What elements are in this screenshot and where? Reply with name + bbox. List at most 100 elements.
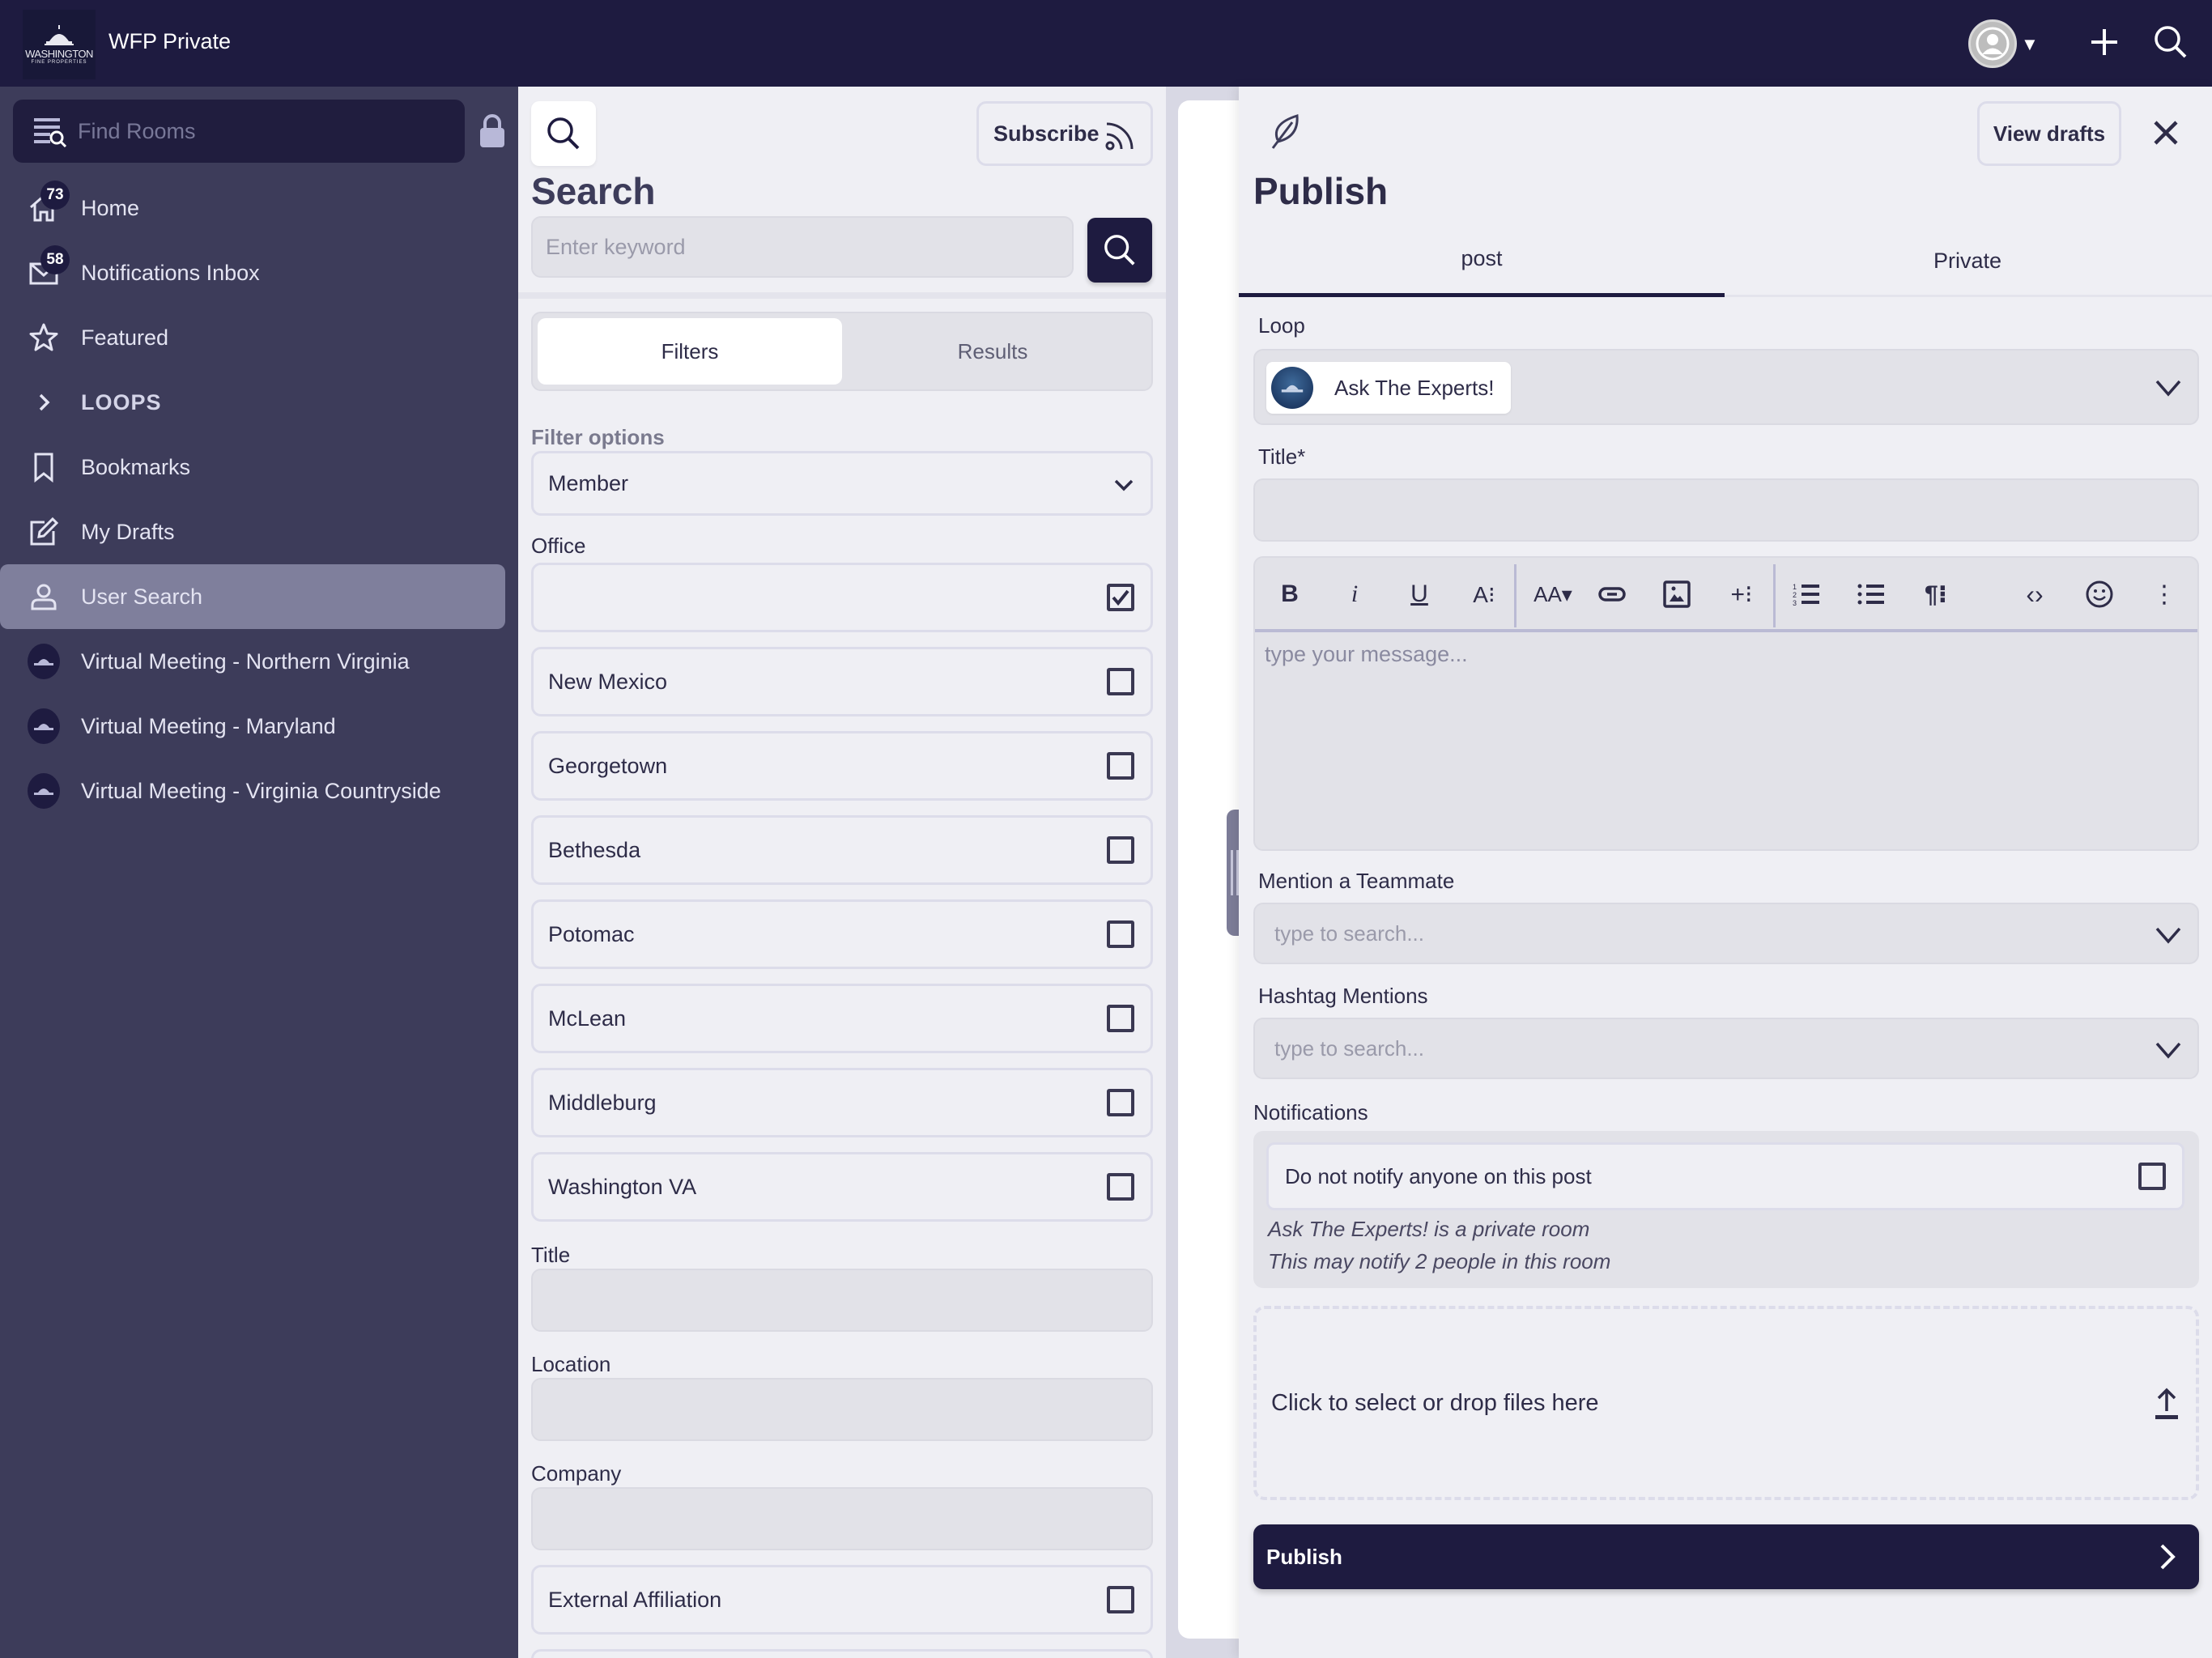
filters-results-tabs: Filters Results — [531, 312, 1153, 391]
sidebar-item-home[interactable]: 73 Home — [0, 176, 518, 240]
insert-button[interactable]: +⁝ — [1723, 576, 1760, 613]
hashtag-input[interactable] — [1274, 1035, 2084, 1061]
sidebar-item-room[interactable]: Virtual Meeting - Northern Virginia — [0, 629, 518, 694]
mention-select[interactable] — [1253, 903, 2199, 964]
bold-button[interactable]: B — [1271, 576, 1308, 613]
svg-text:3: 3 — [1793, 599, 1797, 607]
more-options-button[interactable]: ⋮ — [2146, 576, 2183, 613]
company-input[interactable] — [531, 1487, 1153, 1550]
office-option[interactable]: New Mexico — [531, 647, 1153, 716]
find-rooms-field[interactable] — [13, 100, 465, 163]
italic-button[interactable]: i — [1336, 576, 1373, 613]
image-button[interactable] — [1658, 576, 1695, 613]
mention-input[interactable] — [1274, 920, 2084, 946]
filter-options-label: Filter options — [531, 425, 665, 449]
code-button[interactable]: ‹› — [2016, 576, 2053, 613]
office-checkbox[interactable] — [1107, 1005, 1134, 1032]
search-icon — [1104, 235, 1135, 266]
notifications-box: Do not notify anyone on this post Ask Th… — [1253, 1131, 2199, 1288]
sidebar-item-bookmarks[interactable]: Bookmarks — [0, 435, 518, 500]
title-label: Title — [531, 1243, 571, 1267]
message-textarea[interactable] — [1265, 642, 2188, 836]
bullet-list-button[interactable] — [1853, 576, 1890, 613]
sidebar-item-room[interactable]: Virtual Meeting - Maryland — [0, 694, 518, 759]
tab-filters[interactable]: Filters — [538, 318, 842, 385]
do-not-notify-checkbox[interactable] — [2138, 1163, 2166, 1190]
text-style-button[interactable]: A⁝ — [1465, 576, 1503, 613]
office-option[interactable]: Bethesda — [531, 815, 1153, 885]
office-option[interactable]: Georgetown — [531, 731, 1153, 801]
loop-value: Ask The Experts! — [1334, 375, 1495, 400]
loop-chip[interactable]: Ask The Experts! — [1266, 362, 1511, 414]
paragraph-button[interactable]: ¶⁝ — [1917, 576, 1955, 613]
external-affiliation-row[interactable]: External Affiliation — [531, 1565, 1153, 1635]
search-panel-icon-button[interactable] — [531, 101, 596, 166]
keyword-input[interactable] — [531, 216, 1074, 278]
do-not-notify-row[interactable]: Do not notify anyone on this post — [1266, 1142, 2184, 1210]
search-icon[interactable] — [2151, 23, 2190, 62]
office-checkbox[interactable] — [1107, 752, 1134, 780]
ordered-list-button[interactable]: 123 — [1788, 576, 1825, 613]
notify-count-note: This may notify 2 people in this room — [1268, 1249, 1611, 1273]
title-input[interactable] — [531, 1269, 1153, 1332]
editor-toolbar: B i U A⁝ AA▾ +⁝ 123 ¶⁝ ‹› ⋮ — [1255, 558, 2197, 632]
filter-options-select[interactable]: Member — [531, 451, 1153, 516]
office-option[interactable]: McLean — [531, 984, 1153, 1053]
office-checkbox[interactable] — [1107, 836, 1134, 864]
loop-avatar — [1271, 367, 1313, 409]
plus-icon[interactable] — [2085, 23, 2124, 62]
user-avatar-button[interactable] — [1968, 19, 2017, 68]
office-option[interactable] — [531, 563, 1153, 632]
office-checkbox[interactable] — [1107, 584, 1134, 611]
sidebar-item-label: Virtual Meeting - Maryland — [81, 713, 336, 738]
link-button[interactable] — [1593, 576, 1631, 613]
subscribe-label: Subscribe — [993, 121, 1100, 146]
office-checkbox[interactable] — [1107, 1173, 1134, 1201]
view-drafts-button[interactable]: View drafts — [1977, 101, 2121, 166]
office-option[interactable]: Potomac — [531, 899, 1153, 969]
chevron-right-icon — [2160, 1544, 2176, 1570]
lock-icon[interactable] — [478, 113, 507, 148]
link-icon — [1598, 587, 1626, 602]
close-icon[interactable] — [2150, 117, 2181, 148]
sidebar-item-user-search[interactable]: User Search — [0, 564, 505, 629]
publish-button-label: Publish — [1266, 1544, 1342, 1569]
file-dropzone[interactable]: Click to select or drop files here — [1253, 1306, 2199, 1500]
sidebar-item-loops[interactable]: LOOPS — [0, 370, 518, 435]
dropzone-label: Click to select or drop files here — [1271, 1389, 1599, 1416]
sidebar-item-room[interactable]: Virtual Meeting - Virginia Countryside — [0, 759, 518, 823]
office-checkbox[interactable] — [1107, 1089, 1134, 1116]
tab-results[interactable]: Results — [840, 318, 1145, 385]
find-rooms-input[interactable] — [78, 118, 450, 144]
tab-post[interactable]: post — [1239, 224, 1725, 297]
hashtag-select[interactable] — [1253, 1018, 2199, 1079]
next-filter-row[interactable] — [531, 1649, 1153, 1658]
sidebar-item-featured[interactable]: Featured — [0, 305, 518, 370]
office-option-label: Georgetown — [548, 753, 668, 778]
post-title-input[interactable] — [1253, 478, 2199, 542]
keyword-search-button[interactable] — [1087, 218, 1152, 283]
underline-button[interactable]: U — [1401, 576, 1438, 613]
loop-select[interactable]: Ask The Experts! — [1253, 349, 2199, 425]
office-option[interactable]: Middleburg — [531, 1068, 1153, 1137]
office-checkbox[interactable] — [1107, 668, 1134, 695]
sidebar-item-notifications-inbox[interactable]: 58 Notifications Inbox — [0, 240, 518, 305]
search-icon — [547, 117, 580, 150]
sidebar-item-label: Notifications Inbox — [81, 260, 260, 285]
app-logo[interactable]: WASHINGTON FINE PROPERTIES — [23, 10, 96, 79]
bullet-list-icon — [1857, 584, 1884, 605]
tab-private[interactable]: Private — [1725, 224, 2210, 297]
office-checkbox[interactable] — [1107, 920, 1134, 948]
publish-button[interactable]: Publish — [1253, 1524, 2199, 1589]
office-option[interactable]: Washington VA — [531, 1152, 1153, 1222]
font-size-button[interactable]: AA▾ — [1529, 576, 1577, 613]
subscribe-button[interactable]: Subscribe — [976, 101, 1153, 166]
emoji-button[interactable] — [2081, 576, 2118, 613]
mention-label: Mention a Teammate — [1258, 869, 1455, 893]
sidebar-item-my-drafts[interactable]: My Drafts — [0, 500, 518, 564]
location-input[interactable] — [531, 1378, 1153, 1441]
svg-text:1: 1 — [1793, 583, 1797, 591]
external-affiliation-checkbox[interactable] — [1107, 1586, 1134, 1613]
caret-down-icon[interactable]: ▼ — [2021, 34, 2039, 55]
star-icon — [28, 321, 60, 354]
